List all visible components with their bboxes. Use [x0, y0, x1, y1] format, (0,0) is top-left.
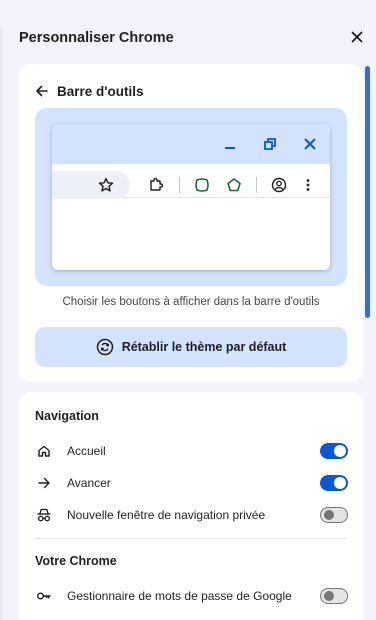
minimize-icon [222, 136, 238, 152]
toolbar-caption: Choisir les boutons à afficher dans la b… [62, 296, 320, 308]
navigation-card: Navigation Accueil Avancer Nouvelle fenê… [19, 392, 363, 620]
preview-browser-window [52, 124, 330, 270]
profile-icon [270, 176, 288, 194]
preview-omnibox [52, 171, 130, 199]
preview-toolbar [52, 164, 330, 199]
password-manager-toggle[interactable] [320, 588, 348, 604]
forward-toggle[interactable] [320, 475, 348, 491]
toggle-row-home[interactable]: Accueil [19, 439, 363, 463]
reset-icon [96, 338, 113, 356]
navigation-section-title: Navigation [35, 409, 99, 423]
key-icon [35, 587, 53, 605]
restore-icon [262, 136, 278, 152]
reset-theme-label: Rétablir le thème par défaut [121, 340, 287, 354]
section-divider [35, 538, 347, 539]
more-vert-icon [299, 176, 317, 194]
reset-theme-button[interactable]: Rétablir le thème par défaut [35, 327, 347, 367]
row-label: Avancer [67, 476, 111, 490]
row-label: Gestionnaire de mots de passe de Google [67, 589, 292, 603]
toolbar-separator [179, 177, 180, 193]
toggle-row-incognito[interactable]: Nouvelle fenêtre de navigation privée [19, 503, 363, 527]
extension-squircle-icon [193, 176, 211, 194]
incognito-toggle[interactable] [320, 507, 348, 523]
arrow-forward-icon [35, 474, 53, 492]
toggle-row-password-manager[interactable]: Gestionnaire de mots de passe de Google [19, 584, 363, 608]
preview-titlebar [52, 124, 330, 164]
toolbar-preview [35, 108, 347, 286]
arrow-back-icon [36, 85, 48, 97]
your-chrome-section-title: Votre Chrome [35, 554, 117, 568]
row-label: Nouvelle fenêtre de navigation privée [67, 508, 266, 522]
scrollbar-thumb[interactable] [365, 66, 370, 318]
panel-title: Personnaliser Chrome [19, 30, 174, 46]
row-label: Accueil [67, 444, 106, 458]
extensions-icon [147, 176, 165, 194]
close-button[interactable] [346, 26, 368, 48]
close-icon [351, 31, 363, 43]
back-label: Barre d'outils [57, 83, 144, 99]
back-button[interactable]: Barre d'outils [35, 82, 143, 100]
home-toggle[interactable] [320, 443, 348, 459]
panel-left-edge [0, 26, 2, 620]
toggle-row-forward[interactable]: Avancer [19, 471, 363, 495]
extension-pentagon-icon [225, 176, 243, 194]
window-close-icon [302, 136, 318, 152]
side-panel-header: Personnaliser Chrome [0, 0, 376, 58]
toolbar-separator [256, 177, 257, 193]
toolbar-card: Barre d'outils Choisir les boutons à aff… [19, 64, 363, 382]
home-icon [35, 442, 53, 460]
incognito-icon [35, 506, 53, 524]
star-icon [97, 176, 115, 194]
